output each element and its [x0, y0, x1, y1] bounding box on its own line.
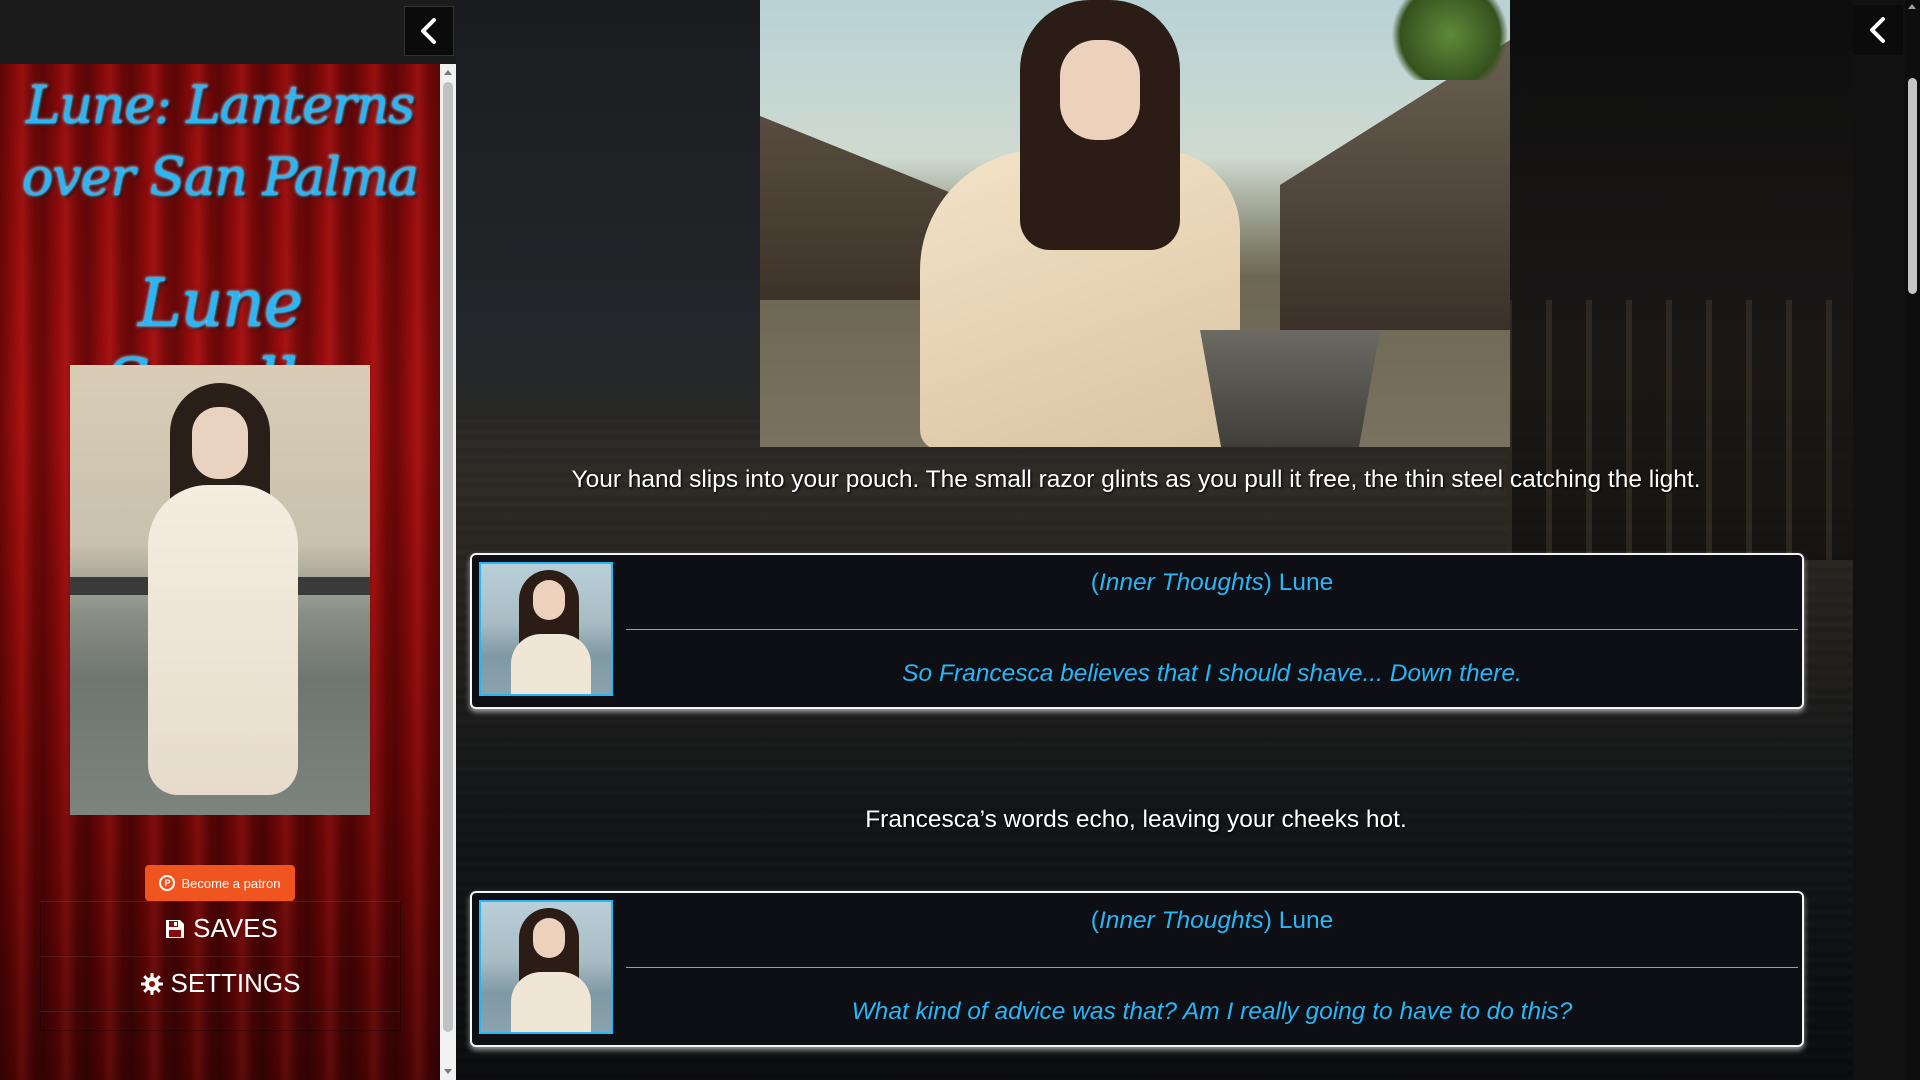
- character-portrait: [70, 365, 370, 815]
- narration-text: Your hand slips into your pouch. The sma…: [571, 466, 1701, 493]
- page-scrollbar[interactable]: [1905, 0, 1920, 1080]
- scroll-up-arrow-icon[interactable]: [1908, 4, 1916, 9]
- patron-button-label: Become a patron: [181, 875, 281, 891]
- sidebar-collapse-button[interactable]: [404, 6, 454, 56]
- speaker-avatar: [479, 562, 613, 696]
- sidebar-scrollbar-thumb[interactable]: [443, 82, 453, 1032]
- dialog-box: (Inner Thoughts) Lune What kind of advic…: [470, 891, 1804, 1047]
- dialog-line: What kind of advice was that? Am I reall…: [851, 998, 1573, 1025]
- speaker-tag: Inner Thoughts: [1098, 907, 1264, 934]
- right-panel-toggle-button[interactable]: [1853, 5, 1903, 55]
- patreon-icon: P: [159, 875, 176, 891]
- scroll-up-arrow-icon[interactable]: [444, 70, 452, 75]
- sidebar: Lune: Lanterns over San Palma Lune Sorel…: [0, 0, 456, 1080]
- speaker-label: (Inner Thoughts) Lune: [1090, 907, 1334, 934]
- narration-text: Francesca’s words echo, leaving your che…: [865, 806, 1407, 833]
- dialog-line: So Francesca believes that I should shav…: [902, 660, 1522, 687]
- story-passage: Your hand slips into your pouch. The sma…: [456, 0, 1853, 1080]
- menu-settings[interactable]: SETTINGS: [40, 956, 401, 1011]
- speaker-tag: Inner Thoughts: [1098, 569, 1264, 596]
- speaker-label: (Inner Thoughts) Lune: [1090, 569, 1334, 596]
- page-scrollbar-thumb[interactable]: [1908, 78, 1917, 294]
- dialog-divider: [626, 967, 1798, 968]
- right-panel: [1853, 0, 1905, 1080]
- sidebar-panel: Lune: Lanterns over San Palma Lune Sorel…: [0, 64, 440, 1080]
- story-title: Lune: Lanterns over San Palma: [21, 76, 419, 208]
- gear-icon: [141, 972, 164, 995]
- dialog-box: (Inner Thoughts) Lune So Francesca belie…: [470, 553, 1804, 709]
- menu-settings-label: SETTINGS: [170, 968, 301, 998]
- scene-image: [760, 0, 1510, 447]
- scroll-down-arrow-icon[interactable]: [444, 1069, 452, 1074]
- dialog-divider: [626, 629, 1798, 630]
- menu-saves-label: SAVES: [193, 913, 278, 943]
- chevron-left-icon: [1870, 17, 1885, 43]
- speaker-name: Lune: [1278, 569, 1334, 596]
- floppy-disk-icon: [166, 919, 185, 938]
- sidebar-scrollbar[interactable]: [440, 64, 456, 1080]
- speaker-avatar: [479, 900, 613, 1034]
- chevron-left-icon: [421, 18, 436, 44]
- sidebar-topbar: [0, 0, 456, 64]
- speaker-name: Lune: [1278, 907, 1334, 934]
- menu-item-partial[interactable]: [40, 1011, 401, 1031]
- become-patron-button[interactable]: P Become a patron: [145, 865, 295, 901]
- menu-saves[interactable]: SAVES: [40, 901, 401, 956]
